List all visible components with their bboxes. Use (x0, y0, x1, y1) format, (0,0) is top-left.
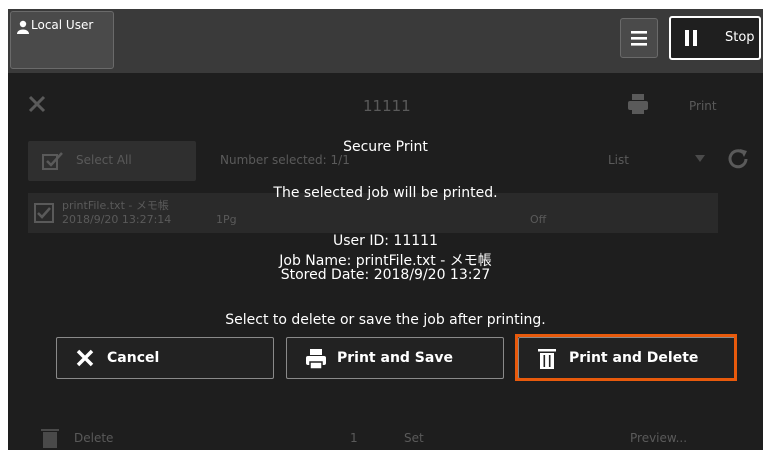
print-and-save-button[interactable]: Print and Save (286, 337, 504, 379)
stop-button[interactable]: Stop (669, 16, 761, 60)
printer-icon (306, 349, 326, 370)
stop-label: Stop (725, 30, 755, 45)
job-title: 11111 (363, 97, 411, 115)
pause-icon (685, 30, 697, 46)
cancel-button[interactable]: Cancel (56, 337, 274, 379)
dialog-message: The selected job will be printed. (273, 185, 498, 201)
user-id-text: User ID: 11111 (333, 233, 438, 249)
page-number: 1 (350, 431, 358, 445)
user-icon (17, 20, 29, 34)
preview-label: Preview... (630, 431, 688, 445)
menu-button[interactable] (620, 18, 658, 58)
local-user-label: Local User (31, 18, 94, 32)
close-icon (76, 349, 94, 367)
device-screen: Local User Stop 11111 Print Select All N… (8, 9, 763, 450)
stored-date-text: Stored Date: 2018/9/20 13:27 (280, 267, 491, 283)
print-label: Print (689, 99, 717, 113)
print-and-delete-highlight (515, 334, 737, 381)
trash-icon (41, 429, 59, 448)
cancel-label: Cancel (107, 350, 160, 366)
local-user-button[interactable]: Local User (10, 11, 114, 69)
delete-label: Delete (74, 431, 114, 445)
printer-icon (628, 94, 648, 114)
close-icon (28, 95, 46, 113)
dialog-title: Secure Print (343, 139, 428, 155)
set-label: Set (404, 431, 424, 445)
print-and-save-label: Print and Save (337, 350, 453, 366)
instruction-text: Select to delete or save the job after p… (225, 312, 546, 328)
hamburger-menu-icon (631, 31, 647, 46)
top-status-bar: Local User Stop (8, 9, 763, 73)
